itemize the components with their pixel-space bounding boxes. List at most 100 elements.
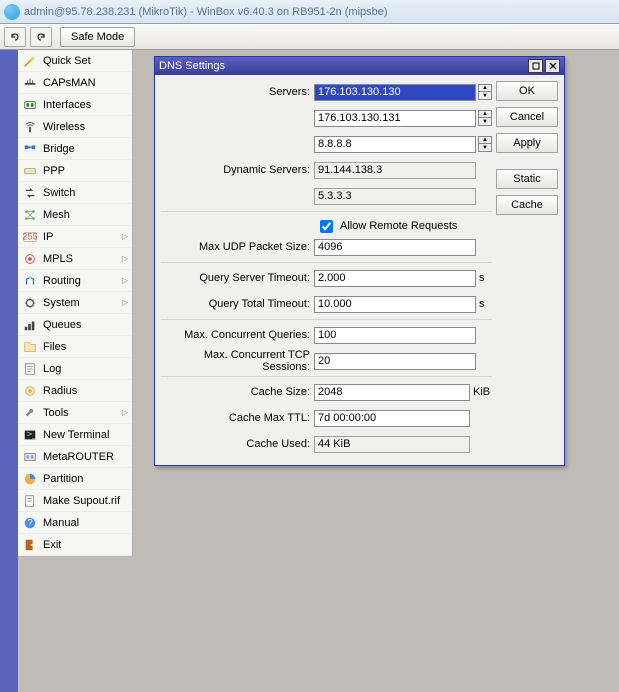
sidebar-item-new-terminal[interactable]: >_ New Terminal bbox=[18, 424, 132, 446]
max-concurrent-tcp-input[interactable] bbox=[314, 353, 476, 370]
servers-input-0[interactable] bbox=[314, 84, 476, 101]
sidebar-item-interfaces[interactable]: Interfaces bbox=[18, 94, 132, 116]
dynamic-servers-1 bbox=[314, 188, 476, 205]
svg-text:?: ? bbox=[27, 517, 32, 528]
sidebar-item-label: Quick Set bbox=[43, 55, 91, 67]
query-total-timeout-input[interactable] bbox=[314, 296, 476, 313]
sidebar-item-wireless[interactable]: Wireless bbox=[18, 116, 132, 138]
sidebar-item-label: New Terminal bbox=[43, 429, 109, 441]
sidebar-item-label: Interfaces bbox=[43, 99, 91, 111]
sidebar-item-label: Radius bbox=[43, 385, 77, 397]
interfaces-icon bbox=[22, 97, 38, 113]
switch-icon bbox=[22, 185, 38, 201]
close-icon[interactable] bbox=[545, 59, 560, 73]
wand-icon bbox=[22, 53, 38, 69]
sidebar-item-label: Manual bbox=[43, 517, 79, 529]
max-udp-input[interactable] bbox=[314, 239, 476, 256]
cache-size-input[interactable] bbox=[314, 384, 470, 401]
servers-input-1[interactable] bbox=[314, 110, 476, 127]
terminal-icon: >_ bbox=[22, 427, 38, 443]
sidebar-panel: Quick Set CAPsMAN Interfaces Wireless Bridge… bbox=[18, 50, 133, 556]
sidebar-item-radius[interactable]: Radius bbox=[18, 380, 132, 402]
sidebar-item-queues[interactable]: Queues bbox=[18, 314, 132, 336]
chevron-right-icon: ▷ bbox=[122, 232, 128, 241]
chevron-right-icon: ▷ bbox=[122, 298, 128, 307]
safe-mode-label: Safe Mode bbox=[71, 31, 124, 43]
sidebar-item-routing[interactable]: Routing ▷ bbox=[18, 270, 132, 292]
chevron-right-icon: ▷ bbox=[122, 254, 128, 263]
servers-input-2[interactable] bbox=[314, 136, 476, 153]
svg-text:255: 255 bbox=[23, 231, 37, 242]
dns-buttons: OK Cancel Apply Static Cache bbox=[496, 81, 558, 459]
bridge-icon bbox=[22, 141, 38, 157]
sidebar-item-exit[interactable]: Exit bbox=[18, 534, 132, 556]
sidebar: Quick Set CAPsMAN Interfaces Wireless Bridge… bbox=[0, 50, 133, 692]
sidebar-item-bridge[interactable]: Bridge bbox=[18, 138, 132, 160]
wireless-icon bbox=[22, 119, 38, 135]
dns-titlebar[interactable]: DNS Settings bbox=[155, 57, 564, 75]
servers-spinner-0[interactable]: ▲▼ bbox=[478, 84, 492, 100]
servers-label: Servers: bbox=[161, 86, 314, 98]
redo-button[interactable] bbox=[30, 27, 52, 47]
cache-max-ttl-input[interactable] bbox=[314, 410, 470, 427]
dns-title-text: DNS Settings bbox=[159, 60, 526, 72]
workspace: Quick Set CAPsMAN Interfaces Wireless Bridge… bbox=[0, 50, 619, 692]
sidebar-item-label: Routing bbox=[43, 275, 81, 287]
supout-icon bbox=[22, 493, 38, 509]
chevron-right-icon: ▷ bbox=[122, 408, 128, 417]
sidebar-item-label: Tools bbox=[43, 407, 69, 419]
app-icon bbox=[4, 4, 20, 20]
undo-button[interactable] bbox=[4, 27, 26, 47]
titlebar: admin@95.78.238.231 (MikroTik) - WinBox … bbox=[0, 0, 619, 24]
sidebar-item-metarouter[interactable]: MetaROUTER bbox=[18, 446, 132, 468]
sidebar-item-mesh[interactable]: Mesh bbox=[18, 204, 132, 226]
window-title: admin@95.78.238.231 (MikroTik) - WinBox … bbox=[24, 6, 388, 18]
sidebar-item-capsman[interactable]: CAPsMAN bbox=[18, 72, 132, 94]
main-toolbar: Safe Mode bbox=[0, 24, 619, 50]
cache-max-ttl-label: Cache Max TTL: bbox=[161, 412, 314, 424]
sidebar-item-tools[interactable]: Tools ▷ bbox=[18, 402, 132, 424]
servers-spinner-1[interactable]: ▲▼ bbox=[478, 110, 492, 126]
sidebar-item-mpls[interactable]: MPLS ▷ bbox=[18, 248, 132, 270]
tools-icon bbox=[22, 405, 38, 421]
unit-s-1: s bbox=[476, 272, 492, 284]
files-icon bbox=[22, 339, 38, 355]
ip-icon: 255 bbox=[22, 229, 38, 245]
sidebar-item-label: Wireless bbox=[43, 121, 85, 133]
cancel-button[interactable]: Cancel bbox=[496, 107, 558, 127]
ok-button[interactable]: OK bbox=[496, 81, 558, 101]
sidebar-item-label: System bbox=[43, 297, 80, 309]
dns-settings-window: DNS Settings Servers: ▲▼ ▲▼ bbox=[154, 56, 565, 466]
radius-icon bbox=[22, 383, 38, 399]
sidebar-stripe bbox=[0, 50, 18, 692]
cache-used-label: Cache Used: bbox=[161, 438, 314, 450]
sidebar-item-label: Switch bbox=[43, 187, 75, 199]
sidebar-item-partition[interactable]: Partition bbox=[18, 468, 132, 490]
static-button[interactable]: Static bbox=[496, 169, 558, 189]
svg-text:>_: >_ bbox=[27, 428, 38, 439]
chevron-right-icon: ▷ bbox=[122, 276, 128, 285]
caps-icon bbox=[22, 75, 38, 91]
minimize-icon[interactable] bbox=[528, 59, 543, 73]
sidebar-item-system[interactable]: System ▷ bbox=[18, 292, 132, 314]
apply-button[interactable]: Apply bbox=[496, 133, 558, 153]
max-concurrent-tcp-label: Max. Concurrent TCP Sessions: bbox=[161, 349, 314, 373]
sidebar-item-switch[interactable]: Switch bbox=[18, 182, 132, 204]
sidebar-item-ip[interactable]: 255IP▷ bbox=[18, 226, 132, 248]
sidebar-item-label: MPLS bbox=[43, 253, 73, 265]
sidebar-item-quick-set[interactable]: Quick Set bbox=[18, 50, 132, 72]
cache-button[interactable]: Cache bbox=[496, 195, 558, 215]
sidebar-item-log[interactable]: Log bbox=[18, 358, 132, 380]
max-udp-label: Max UDP Packet Size: bbox=[161, 241, 314, 253]
sidebar-item-ppp[interactable]: PPP bbox=[18, 160, 132, 182]
sidebar-item-make-supout-rif[interactable]: Make Supout.rif bbox=[18, 490, 132, 512]
servers-spinner-2[interactable]: ▲▼ bbox=[478, 136, 492, 152]
query-server-timeout-input[interactable] bbox=[314, 270, 476, 287]
safe-mode-button[interactable]: Safe Mode bbox=[60, 27, 135, 47]
allow-remote-checkbox[interactable] bbox=[320, 220, 333, 233]
max-concurrent-queries-input[interactable] bbox=[314, 327, 476, 344]
mesh-icon bbox=[22, 207, 38, 223]
sidebar-item-files[interactable]: Files bbox=[18, 336, 132, 358]
sidebar-item-label: Partition bbox=[43, 473, 83, 485]
sidebar-item-manual[interactable]: ? Manual bbox=[18, 512, 132, 534]
